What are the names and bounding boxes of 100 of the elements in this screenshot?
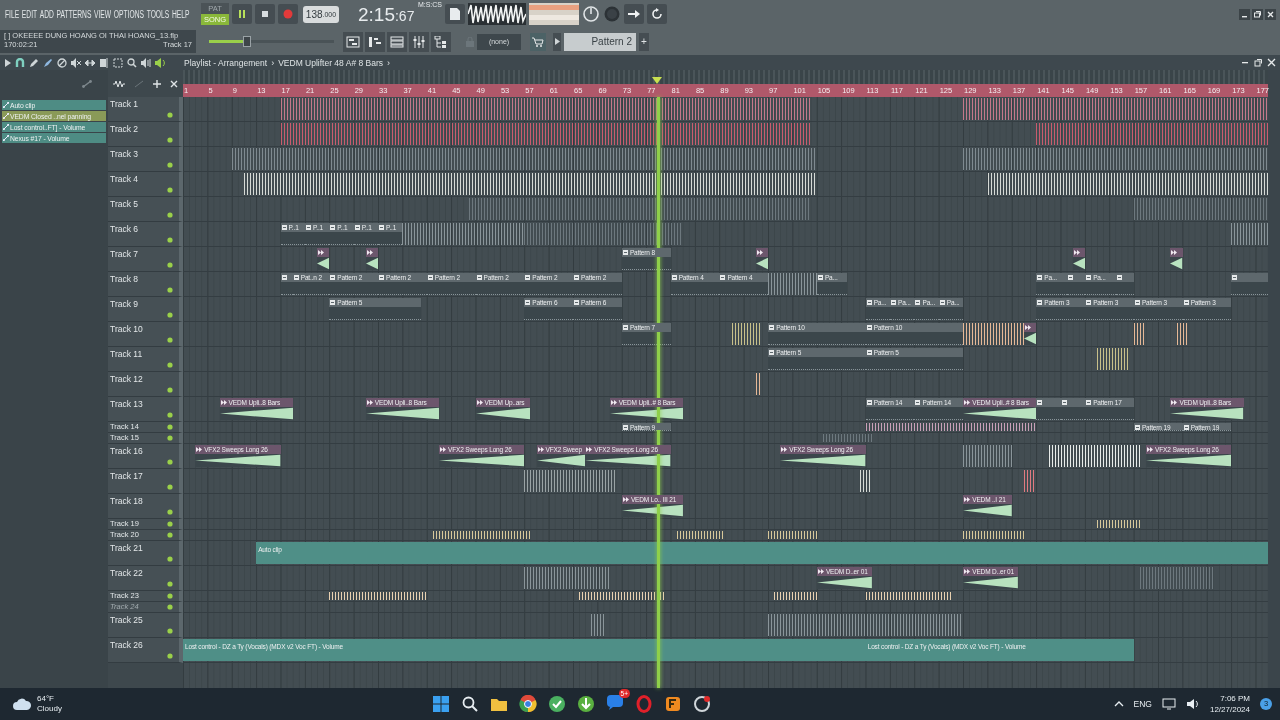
plus-icon[interactable] xyxy=(153,79,162,88)
piano-roll-icon[interactable] xyxy=(365,31,385,52)
close-icon[interactable] xyxy=(170,79,179,88)
led-icon[interactable] xyxy=(167,509,173,515)
audio-clip[interactable] xyxy=(365,248,379,270)
slider-thumb[interactable] xyxy=(242,36,251,47)
note-block[interactable] xyxy=(524,470,616,492)
led-icon[interactable] xyxy=(167,137,173,143)
audio-clip[interactable] xyxy=(1170,248,1183,270)
led-icon[interactable] xyxy=(167,162,173,168)
select-icon[interactable] xyxy=(113,57,123,68)
note-block[interactable] xyxy=(402,223,525,245)
note-block[interactable] xyxy=(768,614,964,636)
led-icon[interactable] xyxy=(167,312,173,318)
close-icon[interactable] xyxy=(1267,58,1276,67)
led-icon[interactable] xyxy=(167,521,173,527)
note-block[interactable] xyxy=(1097,520,1140,528)
led-icon[interactable] xyxy=(167,532,173,538)
app-icon[interactable] xyxy=(693,695,711,713)
audio-clip[interactable] xyxy=(317,248,330,270)
note-block[interactable] xyxy=(774,592,817,600)
led-icon[interactable] xyxy=(167,187,173,193)
led-icon[interactable] xyxy=(167,484,173,490)
note-block[interactable] xyxy=(859,470,872,492)
slice-icon[interactable] xyxy=(99,57,109,68)
ring-icon[interactable] xyxy=(635,695,653,713)
pattern-clip[interactable] xyxy=(1231,273,1268,295)
note-block[interactable] xyxy=(329,592,427,600)
led-icon[interactable] xyxy=(167,237,173,243)
note-block[interactable] xyxy=(579,592,665,600)
play-button[interactable] xyxy=(232,4,252,24)
note-block[interactable] xyxy=(963,323,1025,345)
scissor-icon[interactable] xyxy=(82,79,92,88)
note-block[interactable] xyxy=(243,173,817,195)
led-icon[interactable] xyxy=(167,593,173,599)
knob-icon[interactable] xyxy=(582,5,600,23)
browser-icon[interactable] xyxy=(431,31,451,52)
note-block[interactable] xyxy=(1097,348,1128,370)
led-icon[interactable] xyxy=(167,556,173,562)
led-icon[interactable] xyxy=(167,435,173,441)
led-icon[interactable] xyxy=(167,287,173,293)
waveform-icon[interactable] xyxy=(112,79,125,88)
add-pattern-button[interactable]: + xyxy=(639,32,649,51)
menu-item[interactable]: PATTERNS xyxy=(56,8,92,20)
note-block[interactable] xyxy=(865,592,951,600)
led-icon[interactable] xyxy=(167,581,173,587)
pattern-selector[interactable]: Pattern 2 xyxy=(564,32,636,51)
audio-clip[interactable] xyxy=(1024,323,1037,345)
menu-item[interactable]: OPTIONS xyxy=(113,8,144,20)
refresh-icon[interactable] xyxy=(647,4,667,24)
led-icon[interactable] xyxy=(167,112,173,118)
start-icon[interactable] xyxy=(432,695,450,713)
note-block[interactable] xyxy=(1176,323,1189,345)
led-icon[interactable] xyxy=(167,628,173,634)
audio-clip[interactable] xyxy=(1072,248,1086,270)
led-icon[interactable] xyxy=(167,653,173,659)
note-block[interactable] xyxy=(963,531,1025,539)
restore-icon[interactable] xyxy=(1252,8,1263,20)
note-block[interactable] xyxy=(432,531,531,539)
app-icon[interactable] xyxy=(548,695,566,713)
document-icon[interactable] xyxy=(445,4,465,24)
slip-icon[interactable] xyxy=(85,57,95,68)
no-entry-icon[interactable] xyxy=(57,57,67,68)
monitor-icon[interactable] xyxy=(1161,698,1176,710)
pattern-clip[interactable] xyxy=(280,273,293,295)
menu-item[interactable]: VIEW xyxy=(94,8,112,20)
led-icon[interactable] xyxy=(167,337,173,343)
magnet-icon[interactable] xyxy=(15,57,25,68)
menu-item[interactable]: TOOLS xyxy=(146,8,170,20)
minimize-icon[interactable] xyxy=(1239,8,1250,20)
app-icon[interactable] xyxy=(577,695,595,713)
app-icon[interactable] xyxy=(519,695,537,713)
note-block[interactable] xyxy=(676,531,726,539)
chevron-up-icon[interactable] xyxy=(1113,701,1124,707)
note-block[interactable] xyxy=(987,173,1268,195)
led-icon[interactable] xyxy=(167,212,173,218)
led-icon[interactable] xyxy=(167,387,173,393)
note-block[interactable] xyxy=(1048,445,1140,467)
mixer-icon[interactable] xyxy=(409,31,429,52)
note-block[interactable] xyxy=(524,567,610,589)
triangle-icon[interactable] xyxy=(5,58,11,67)
audio-clip[interactable] xyxy=(755,248,769,270)
note-block[interactable] xyxy=(1133,323,1147,345)
speaker-icon[interactable] xyxy=(141,57,151,68)
zoom-icon[interactable] xyxy=(127,57,137,68)
brush-icon[interactable] xyxy=(43,57,53,68)
pattern-clip[interactable] xyxy=(1036,398,1061,420)
pencil-icon[interactable] xyxy=(29,57,39,68)
note-block[interactable] xyxy=(1024,470,1037,492)
note-block[interactable] xyxy=(755,373,763,395)
menu-item[interactable]: HELP xyxy=(171,8,190,20)
close-icon[interactable] xyxy=(1265,8,1276,20)
playlist-icon[interactable] xyxy=(343,31,363,52)
mute-icon[interactable] xyxy=(71,57,81,68)
menu-item[interactable]: FILE xyxy=(5,8,20,20)
restore-icon[interactable] xyxy=(1254,58,1263,67)
led-icon[interactable] xyxy=(167,604,173,610)
volume-icon[interactable] xyxy=(1185,698,1200,710)
cart-icon[interactable] xyxy=(530,32,546,51)
caret-icon[interactable] xyxy=(553,32,561,51)
